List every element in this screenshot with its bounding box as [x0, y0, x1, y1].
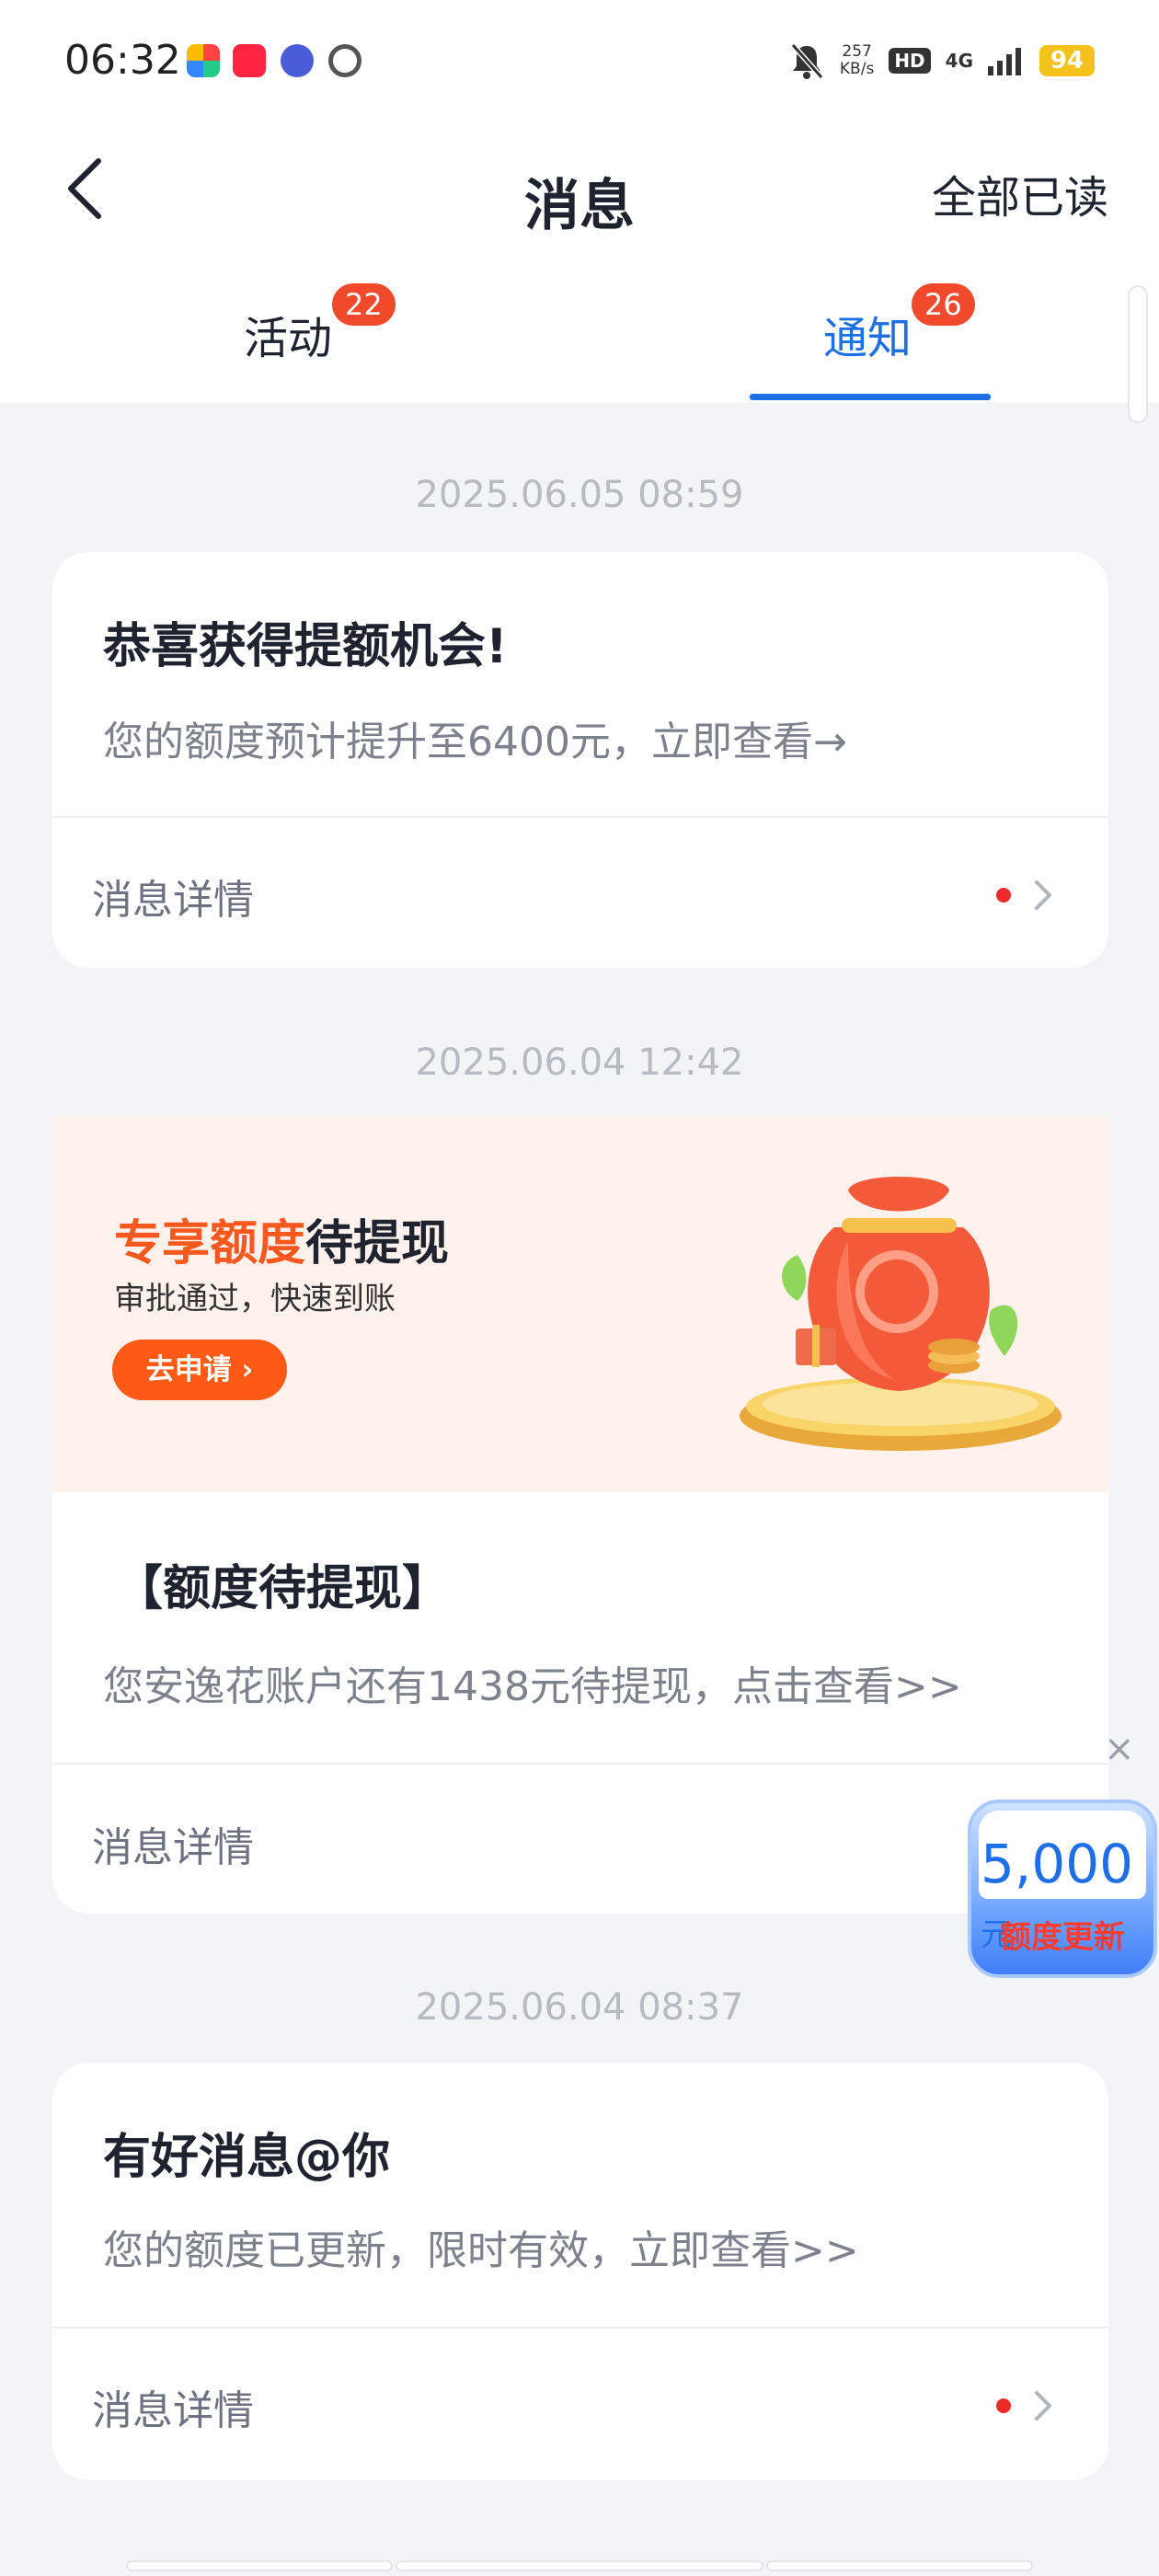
pinwheel-app-icon — [187, 44, 220, 77]
next-card-edge — [766, 2560, 1033, 2571]
header: 消息 全部已读 — [0, 120, 1159, 258]
message-card[interactable]: 专享额度待提现 审批通过，快速到账 去申请 › 【额度待提现】 您安逸花账户还有… — [52, 1117, 1108, 1914]
credit-update-floating-widget[interactable]: 5,000元 额度更新 — [968, 1800, 1157, 1978]
message-timestamp: 2025.06.05 08:59 — [415, 474, 744, 516]
message-description: 您的额度已更新，限时有效，立即查看>> — [103, 2227, 859, 2274]
message-timestamp: 2025.06.04 12:42 — [415, 1041, 744, 1084]
network-speed: 257 KB/s — [840, 43, 874, 78]
message-timestamp: 2025.06.04 08:37 — [415, 1986, 744, 2029]
message-title: 【额度待提现】 — [115, 1561, 451, 1616]
link-app-icon — [328, 44, 361, 77]
unread-dot — [996, 2398, 1011, 2413]
floating-widget-close-icon[interactable]: × — [1104, 1728, 1135, 1770]
card-divider — [52, 816, 1108, 818]
card-divider — [52, 2327, 1108, 2329]
status-indicators: 257 KB/s HD 4G 94 — [788, 40, 1095, 81]
network-speed-unit: KB/s — [839, 60, 875, 78]
message-description: 您安逸花账户还有1438元待提现，点击查看>> — [103, 1663, 962, 1710]
tab-activity[interactable]: 活动 22 — [244, 283, 396, 366]
tab-notice-label: 通知 — [823, 313, 912, 364]
battery-icon: 94 — [1039, 45, 1095, 76]
tab-notice[interactable]: 通知 26 — [823, 283, 975, 366]
card-divider — [52, 1763, 1108, 1765]
scrollbar-thumb[interactable] — [1128, 285, 1148, 423]
banner-headline: 专享额度待提现 — [114, 1204, 449, 1273]
message-card[interactable]: 有好消息@你 您的额度已更新，限时有效，立即查看>> 消息详情 — [52, 2063, 1108, 2480]
message-title: 恭喜获得提额机会! — [103, 619, 508, 674]
floating-widget-amount-value: 5,000 — [981, 1833, 1134, 1895]
chevron-right-icon[interactable] — [1029, 877, 1057, 914]
tab-activity-badge: 22 — [332, 283, 396, 326]
tieba-app-icon — [281, 44, 314, 77]
status-time: 06:32 — [64, 37, 181, 84]
hd-indicator: HD — [889, 48, 931, 74]
message-title: 有好消息@你 — [103, 2130, 391, 2185]
dnd-bell-off-icon — [790, 43, 824, 79]
tab-notice-badge: 26 — [912, 283, 975, 326]
floating-widget-label: 额度更新 — [1000, 1919, 1125, 1956]
message-detail-link[interactable]: 消息详情 — [92, 867, 254, 926]
next-card-edge — [126, 2560, 393, 2571]
banner-headline-highlight: 专享额度 — [114, 1216, 306, 1271]
network-speed-value: 257 — [842, 42, 872, 61]
apply-button[interactable]: 去申请 › — [112, 1340, 287, 1400]
message-detail-link[interactable]: 消息详情 — [92, 1814, 254, 1873]
next-card-edge — [396, 2560, 763, 2571]
banner-subtitle: 审批通过，快速到账 — [114, 1281, 396, 1317]
message-card[interactable]: 恭喜获得提额机会! 您的额度预计提升至6400元，立即查看→ 消息详情 — [52, 552, 1108, 968]
xiaohongshu-app-icon — [233, 44, 266, 77]
signal-bars-icon — [988, 48, 1021, 75]
tab-activity-label: 活动 — [244, 313, 333, 364]
money-bag-illustration — [740, 1177, 1061, 1451]
status-bar: 06:32 257 KB/s HD 4G 94 — [0, 0, 1159, 120]
message-description: 您的额度预计提升至6400元，立即查看→ — [103, 719, 847, 765]
back-arrow-icon[interactable] — [51, 147, 124, 230]
message-detail-link[interactable]: 消息详情 — [92, 2377, 254, 2436]
banner-headline-rest: 待提现 — [305, 1216, 450, 1271]
promo-banner[interactable]: 专享额度待提现 审批通过，快速到账 去申请 › — [52, 1117, 1108, 1492]
network-type: 4G — [945, 50, 973, 72]
unread-dot — [996, 888, 1011, 903]
mark-all-read-button[interactable]: 全部已读 — [932, 161, 1108, 225]
chevron-right-icon[interactable] — [1029, 2387, 1057, 2424]
active-tab-indicator — [750, 394, 991, 400]
tab-bar: 活动 22 通知 26 — [0, 258, 1159, 403]
